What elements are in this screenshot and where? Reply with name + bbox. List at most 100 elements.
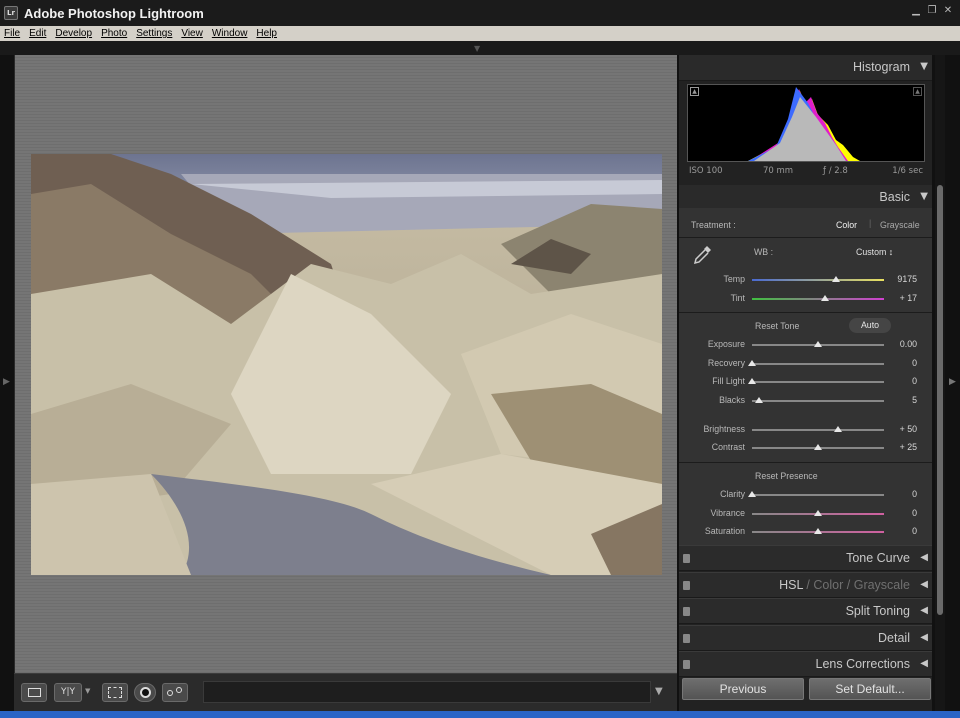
iso-value: ISO 100 <box>689 166 723 176</box>
panel-toggle-switch-icon[interactable] <box>683 581 690 590</box>
brightness-value[interactable]: + 50 <box>877 424 917 434</box>
tint-slider-thumb[interactable] <box>820 295 829 301</box>
split-toning-title: Split Toning <box>845 604 910 618</box>
spot-removal-button[interactable] <box>162 683 188 702</box>
treatment-color-option[interactable]: Color <box>836 220 857 230</box>
crop-tool-button[interactable] <box>102 683 128 702</box>
exposure-slider-thumb[interactable] <box>814 341 822 347</box>
shadow-clipping-icon[interactable]: ▲ <box>690 87 699 96</box>
contrast-value[interactable]: + 25 <box>877 442 917 452</box>
menu-settings[interactable]: Settings <box>136 28 172 39</box>
scrollbar-thumb[interactable] <box>937 185 943 615</box>
blacks-slider-thumb[interactable] <box>754 397 763 403</box>
saturation-value[interactable]: 0 <box>877 526 917 536</box>
tone-curve-header[interactable]: Tone Curve ◀ <box>679 545 932 571</box>
color-tab[interactable]: Color <box>813 578 843 592</box>
vibrance-value[interactable]: 0 <box>877 508 917 518</box>
image-viewer[interactable] <box>14 55 677 673</box>
brightness-slider-track[interactable] <box>752 429 884 431</box>
tone-curve-title: Tone Curve <box>846 551 910 565</box>
brightness-slider-thumb[interactable] <box>833 426 842 432</box>
divider <box>679 312 932 313</box>
right-panel-scrollbar[interactable] <box>935 55 945 711</box>
divider <box>679 237 932 238</box>
loupe-view-button[interactable] <box>21 683 47 702</box>
panel-toggle-switch-icon[interactable] <box>683 660 690 669</box>
menu-help[interactable]: Help <box>256 28 277 39</box>
grayscale-tab[interactable]: Grayscale <box>854 578 910 592</box>
blacks-slider-track[interactable] <box>752 400 884 402</box>
tint-value[interactable]: + 17 <box>877 293 917 303</box>
hsl-header[interactable]: HSL / Color / Grayscale ◀ <box>679 572 932 598</box>
menu-edit[interactable]: Edit <box>29 28 46 39</box>
clarity-label: Clarity <box>720 489 745 499</box>
white-balance-eyedropper-icon[interactable] <box>691 244 713 266</box>
exposure-value[interactable]: 0.00 <box>877 339 917 349</box>
toolbar-content-dropdown-icon[interactable]: ▼ <box>655 686 663 697</box>
recovery-slider-thumb[interactable] <box>748 360 756 366</box>
clarity-slider-track[interactable] <box>752 494 884 496</box>
vibrance-slider-thumb[interactable] <box>814 510 822 516</box>
menu-photo[interactable]: Photo <box>101 28 127 39</box>
menu-bar: File Edit Develop Photo Settings View Wi… <box>0 26 960 41</box>
vibrance-label: Vibrance <box>710 508 745 518</box>
panel-toggle-switch-icon[interactable] <box>683 634 690 643</box>
restore-icon[interactable]: ❐ <box>926 5 938 17</box>
expand-triangle-icon: ◀ <box>920 658 928 669</box>
left-panel-toggle-icon[interactable]: ▶ <box>3 377 10 387</box>
toolbar-content-field[interactable] <box>203 681 651 703</box>
loupe-view-icon <box>28 688 41 697</box>
histogram-header[interactable]: Histogram ▼ <box>679 55 932 81</box>
panel-toggle-switch-icon[interactable] <box>683 607 690 616</box>
highlight-clipping-icon[interactable]: ▲ <box>913 87 922 96</box>
spot-target-icon <box>176 687 182 693</box>
clarity-slider-thumb[interactable] <box>748 491 756 497</box>
focal-length: 70 mm <box>763 166 794 176</box>
minimize-icon[interactable]: ▁ <box>910 5 922 17</box>
treatment-divider: | <box>869 218 872 228</box>
split-toning-header[interactable]: Split Toning ◀ <box>679 598 932 624</box>
hsl-tab[interactable]: HSL <box>779 578 803 592</box>
blacks-label: Blacks <box>719 395 745 405</box>
fill-light-slider-thumb[interactable] <box>748 378 756 384</box>
eyedropper-glyph <box>693 246 711 265</box>
blacks-value[interactable]: 5 <box>877 395 917 405</box>
temp-slider-track[interactable] <box>752 279 884 281</box>
top-panel-toggle-icon[interactable]: ▼ <box>474 44 480 53</box>
fill-light-slider-track[interactable] <box>752 381 884 383</box>
menu-develop[interactable]: Develop <box>55 28 92 39</box>
before-after-button[interactable]: Y|Y <box>54 683 82 702</box>
previous-button[interactable]: Previous <box>682 678 804 700</box>
treatment-label: Treatment : <box>691 220 736 230</box>
right-panel: Histogram ▼ ▲ ▲ ISO 100 70 mm ƒ / 2.8 1/… <box>679 55 932 711</box>
lightroom-app-icon: Lr <box>4 6 18 20</box>
right-panel-toggle-icon[interactable]: ▶ <box>949 377 956 387</box>
red-eye-tool-button[interactable] <box>134 683 156 702</box>
wb-label: WB : <box>754 247 774 257</box>
tint-slider-track[interactable] <box>752 298 884 300</box>
fill-light-label: Fill Light <box>712 376 745 386</box>
temp-slider-thumb[interactable] <box>832 276 841 282</box>
fill-light-value[interactable]: 0 <box>877 376 917 386</box>
close-icon[interactable]: ✕ <box>942 5 954 17</box>
detail-header[interactable]: Detail ◀ <box>679 625 932 651</box>
recovery-value[interactable]: 0 <box>877 358 917 368</box>
auto-tone-button[interactable]: Auto <box>849 318 891 333</box>
menu-file[interactable]: File <box>4 28 20 39</box>
before-after-dropdown-icon[interactable]: ▼ <box>85 687 90 695</box>
menu-view[interactable]: View <box>181 28 203 39</box>
exposure-label: Exposure <box>707 339 745 349</box>
menu-window[interactable]: Window <box>212 28 248 39</box>
histogram-chart <box>748 87 860 161</box>
lens-corrections-header[interactable]: Lens Corrections ◀ <box>679 651 932 677</box>
histogram-graph: ▲ ▲ <box>687 84 925 162</box>
treatment-grayscale-option[interactable]: Grayscale <box>880 220 920 230</box>
clarity-value[interactable]: 0 <box>877 489 917 499</box>
wb-preset-select[interactable]: Custom ↕ <box>856 247 893 257</box>
temp-value[interactable]: 9175 <box>877 274 917 284</box>
set-default-button[interactable]: Set Default... <box>809 678 931 700</box>
panel-toggle-switch-icon[interactable] <box>683 554 690 563</box>
contrast-slider-thumb[interactable] <box>814 444 822 450</box>
saturation-slider-thumb[interactable] <box>814 528 822 534</box>
recovery-slider-track[interactable] <box>752 363 884 365</box>
